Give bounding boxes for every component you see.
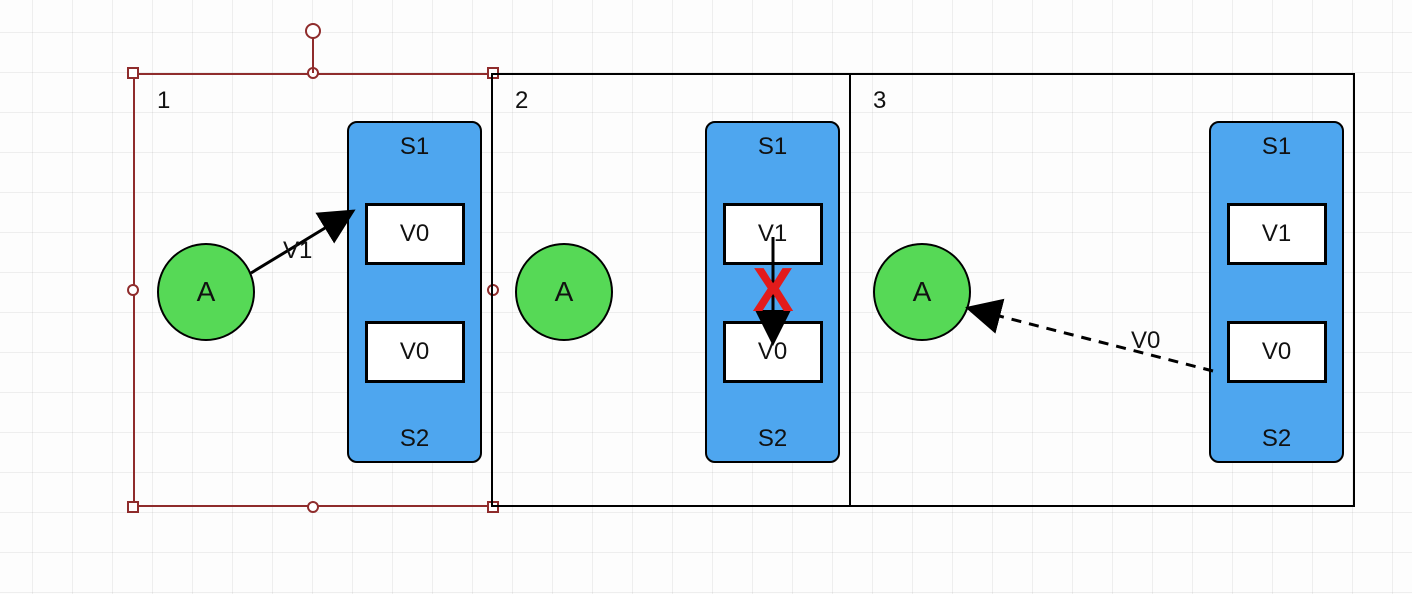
selection-handle-tl[interactable] [127, 67, 139, 79]
cross-icon: X [752, 260, 793, 322]
rotate-handle[interactable] [305, 23, 321, 39]
panel-3[interactable]: 3 A S1 V1 V0 S2 V0 [849, 73, 1355, 507]
panel-2[interactable]: 2 A S1 V1 V0 S2 X [491, 73, 851, 507]
edge-label-panel-1: V1 [283, 237, 312, 265]
arrow-panel-1 [135, 75, 495, 509]
selection-handle-ml[interactable] [127, 284, 139, 296]
canvas-grid[interactable]: 1 A S1 V0 V0 S2 V1 [0, 0, 1412, 594]
edge-label-panel-3: V0 [1131, 327, 1160, 355]
arrow-panel-2 [493, 75, 853, 509]
selection-handle-bl[interactable] [127, 501, 139, 513]
selection-handle-bm[interactable] [307, 501, 319, 513]
arrow-panel-3 [851, 75, 1357, 509]
panel-1[interactable]: 1 A S1 V0 V0 S2 V1 [133, 73, 493, 507]
diagram-stage: 1 A S1 V0 V0 S2 V1 [133, 73, 1358, 511]
